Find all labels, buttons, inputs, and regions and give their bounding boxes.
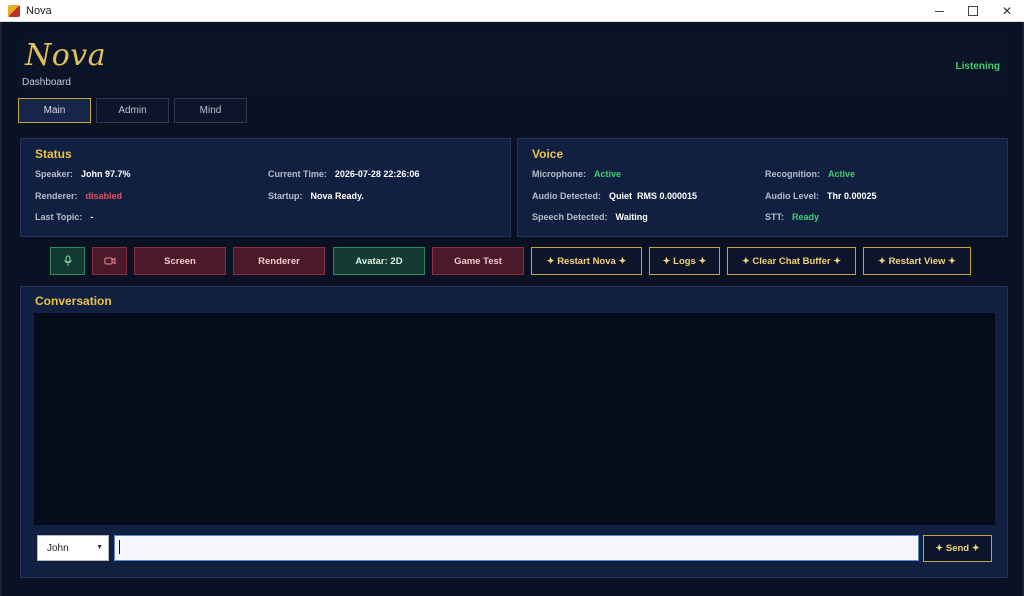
window-body: Nova Dashboard Listening Main Admin Mind…: [0, 22, 1024, 596]
tab-main[interactable]: Main: [18, 98, 91, 123]
last-topic-value: -: [90, 212, 94, 222]
listening-status: Listening: [955, 61, 1000, 72]
message-input[interactable]: [114, 535, 919, 561]
recognition-label: Recognition:: [765, 169, 820, 179]
current-time-label: Current Time:: [268, 169, 327, 179]
window-title: Nova: [26, 4, 52, 17]
video-camera-icon: [104, 257, 115, 265]
speaker-label: Speaker:: [35, 169, 74, 179]
stt-label: STT:: [765, 212, 784, 222]
microphone-label: Microphone:: [532, 169, 586, 179]
audio-level-label: Audio Level:: [765, 191, 820, 201]
text-caret: [119, 540, 120, 554]
window-controls: ✕: [922, 0, 1024, 22]
clear-chat-buffer-button[interactable]: ✦ Clear Chat Buffer ✦: [727, 247, 856, 275]
conversation-panel: Conversation John ▼ ✦ Send ✦: [20, 286, 1008, 578]
conversation-title: Conversation: [35, 294, 112, 308]
audio-level-value: Thr 0.00025: [827, 191, 877, 201]
tab-bar: Main Admin Mind: [18, 98, 247, 123]
app-icon: [8, 4, 20, 17]
speaker-value: John 97.7%: [81, 169, 131, 179]
action-toolbar: Screen Renderer Avatar: 2D Game Test ✦ R…: [2, 247, 1024, 275]
close-icon[interactable]: ✕: [990, 0, 1024, 22]
status-panel: Status Speaker: John 97.7% Renderer: disab…: [20, 138, 511, 237]
speech-detected-row: Speech Detected: Waiting: [532, 212, 648, 222]
stt-value: Ready: [792, 212, 820, 222]
current-time-value: 2026-07-28 22:26:06: [334, 169, 420, 179]
startup-label: Startup:: [268, 191, 303, 201]
startup-value: Nova Ready.: [310, 191, 364, 201]
renderer-label: Renderer:: [35, 191, 78, 201]
minimize-icon[interactable]: [922, 0, 956, 22]
microphone-value: Active: [594, 169, 622, 179]
status-panel-title: Status: [35, 147, 72, 161]
renderer-button[interactable]: Renderer: [233, 247, 325, 275]
tab-admin[interactable]: Admin: [96, 98, 169, 123]
send-button[interactable]: ✦ Send ✦: [923, 535, 992, 562]
renderer-row: Renderer: disabled: [35, 191, 122, 201]
startup-row: Startup: Nova Ready.: [268, 191, 364, 201]
avatar-mode-button[interactable]: Avatar: 2D: [333, 247, 425, 275]
last-topic-label: Last Topic:: [35, 212, 83, 222]
stt-row: STT: Ready: [765, 212, 819, 222]
audio-level-row: Audio Level: Thr 0.00025: [765, 191, 877, 201]
screen-button[interactable]: Screen: [134, 247, 226, 275]
current-time-row: Current Time: 2026-07-28 22:26:06: [268, 169, 419, 179]
chevron-down-icon: ▼: [96, 544, 103, 551]
user-select[interactable]: John ▼: [37, 535, 109, 561]
renderer-value: disabled: [85, 191, 123, 201]
chat-log[interactable]: [34, 313, 995, 525]
speaker-row: Speaker: John 97.7%: [35, 169, 131, 179]
restart-view-button[interactable]: ✦ Restart View ✦: [863, 247, 971, 275]
recognition-value: Active: [828, 169, 856, 179]
speech-detected-label: Speech Detected:: [532, 212, 608, 222]
app-logo: Nova: [25, 38, 107, 73]
window-titlebar: Nova ✕: [0, 0, 1024, 22]
recognition-row: Recognition: Active: [765, 169, 855, 179]
logs-button[interactable]: ✦ Logs ✦: [649, 247, 720, 275]
user-select-value: John: [47, 542, 69, 554]
microphone-icon: [63, 255, 72, 266]
microphone-toggle-button[interactable]: [50, 247, 85, 275]
audio-detected-label: Audio Detected:: [532, 191, 602, 201]
game-test-button[interactable]: Game Test: [432, 247, 524, 275]
tab-mind[interactable]: Mind: [174, 98, 247, 123]
voice-panel: Voice Microphone: Active Audio Detected: Q…: [517, 138, 1008, 237]
audio-detected-row: Audio Detected: Quiet RMS 0.000015: [532, 191, 697, 201]
app-subtitle: Dashboard: [22, 77, 71, 88]
last-topic-row: Last Topic: -: [35, 212, 93, 222]
camera-toggle-button[interactable]: [92, 247, 127, 275]
voice-panel-title: Voice: [532, 147, 564, 161]
audio-detected-value: Quiet RMS 0.000015: [609, 191, 698, 201]
speech-detected-value: Waiting: [615, 212, 648, 222]
microphone-row: Microphone: Active: [532, 169, 621, 179]
app-header: Nova Dashboard Listening: [18, 36, 1010, 92]
maximize-icon[interactable]: [956, 0, 990, 22]
restart-nova-button[interactable]: ✦ Restart Nova ✦: [531, 247, 642, 275]
